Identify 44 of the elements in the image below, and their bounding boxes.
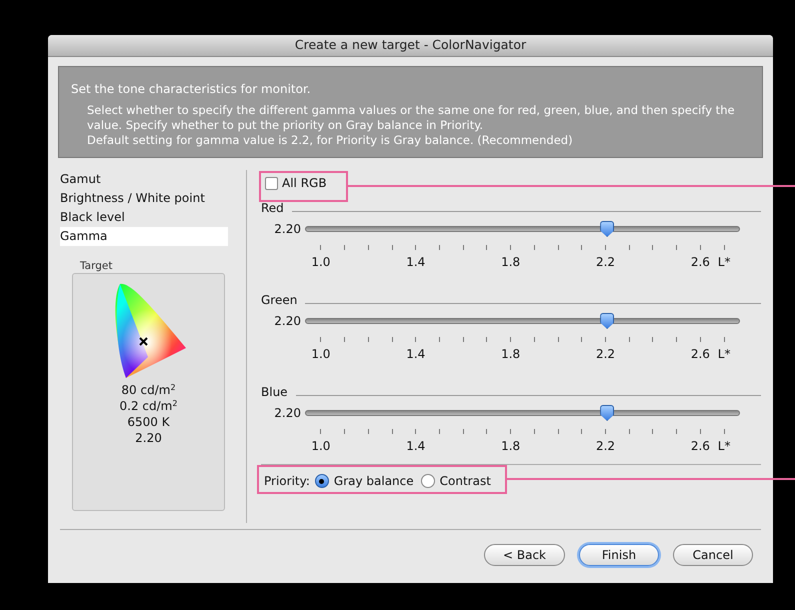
- scale-label: 2.6: [690, 438, 710, 454]
- scale-label: 1.0: [311, 438, 330, 454]
- dialog-button[interactable]: Finish: [579, 544, 659, 566]
- scale-label: 1.0: [311, 346, 330, 362]
- sidebar-item[interactable]: Gamut: [60, 170, 228, 189]
- target-value: 2.20: [135, 430, 162, 446]
- scale-label: 1.8: [501, 346, 520, 362]
- dialog-button[interactable]: < Back: [484, 544, 565, 566]
- scale-label: 1.8: [501, 254, 520, 270]
- scale-label: 2.2: [596, 438, 616, 454]
- info-heading: Set the tone characteristics for monitor.: [71, 81, 312, 97]
- scale-label: L*: [718, 438, 730, 454]
- radio-label[interactable]: Gray balance: [334, 472, 414, 490]
- info-text: Default setting for gamma value is 2.2, for Priority is Gray balance. (Recommended): [87, 133, 574, 148]
- target-value: 80 cd/m$^{2}$: [121, 382, 176, 398]
- sidebar-item[interactable]: Gamma: [60, 227, 228, 246]
- radio-label[interactable]: Contrast: [440, 472, 491, 490]
- value-readout: 2.20: [273, 405, 302, 422]
- value-readout: 2.20: [273, 313, 302, 330]
- field-label: Priority:: [264, 473, 310, 490]
- section-label: Blue: [261, 384, 288, 400]
- sidebar-item[interactable]: Brightness / White point: [60, 189, 228, 208]
- scale-label: 2.6: [690, 346, 710, 362]
- scale-label: L*: [718, 254, 730, 270]
- scale-label: 1.0: [311, 254, 330, 270]
- scale-label: 1.8: [501, 438, 520, 454]
- scale-label: 2.2: [596, 346, 616, 362]
- target-value: 0.2 cd/m$^{2}$: [120, 398, 178, 414]
- section-label: Red: [261, 200, 284, 216]
- group-title: Target: [80, 259, 112, 273]
- info-text: Select whether to specify the different gamma values or the same one for red, green, blue, and then specify the value. Specify whether to put the priority on Gray balance in Priority.: [87, 103, 736, 133]
- dialog-button[interactable]: Cancel: [673, 544, 753, 566]
- scale-label: 1.4: [406, 438, 426, 454]
- scale-label: 2.6: [690, 254, 710, 270]
- scale-label: 1.4: [406, 254, 426, 270]
- scale-label: 2.2: [596, 254, 616, 270]
- value-readout: 2.20: [273, 221, 302, 238]
- scale-label: L*: [718, 346, 730, 362]
- scale-label: 1.4: [406, 346, 426, 362]
- checkbox-label[interactable]: All RGB: [282, 174, 327, 192]
- section-label: Green: [261, 292, 298, 308]
- sidebar-item[interactable]: Black level: [60, 208, 228, 227]
- window-title: Create a new target - ColorNavigator: [294, 36, 526, 54]
- target-value: 6500 K: [127, 414, 170, 430]
